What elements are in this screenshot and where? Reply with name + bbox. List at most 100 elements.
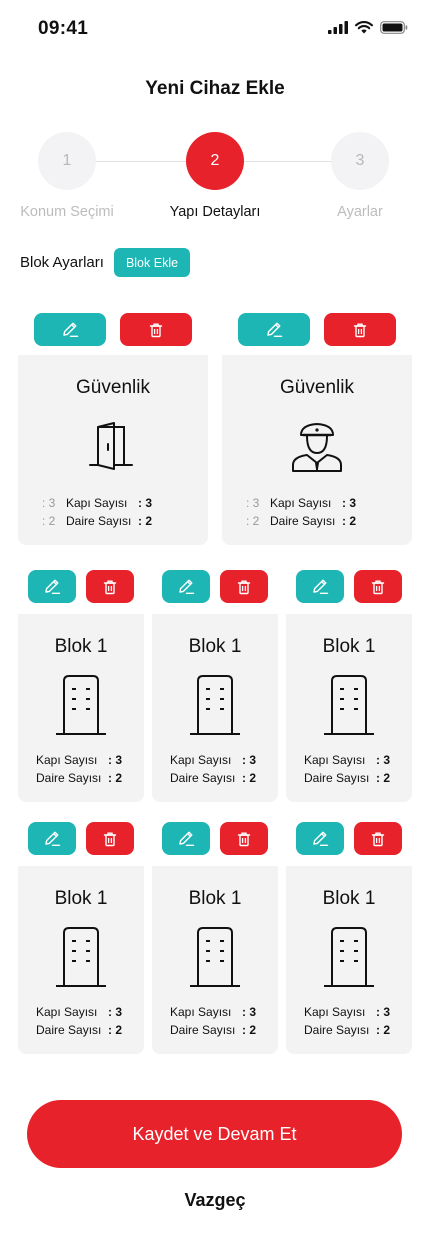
card-body: Blok 1 Kapı Sayısı: 3 Daire Sayısı: 2 bbox=[286, 866, 412, 1054]
door-count-row: : 3 Kapı Sayısı : 3 bbox=[42, 496, 152, 510]
door-count-value: : 3 bbox=[242, 753, 257, 767]
card-title: Blok 1 bbox=[54, 888, 108, 909]
door-count-value: : 3 bbox=[108, 1005, 123, 1019]
card-actions bbox=[18, 822, 144, 855]
door-count-label: Kapı Sayısı bbox=[170, 753, 232, 767]
step-3-circle[interactable]: 3 bbox=[331, 132, 389, 190]
wifi-icon bbox=[355, 21, 373, 34]
edit-button[interactable] bbox=[296, 570, 344, 603]
trash-icon bbox=[371, 580, 385, 594]
door-count-value: : 3 bbox=[138, 496, 153, 510]
card-actions bbox=[152, 570, 278, 603]
flat-count-label: Daire Sayısı bbox=[36, 1023, 102, 1037]
door-count-row: Kapı Sayısı: 3 bbox=[304, 753, 390, 767]
delete-button[interactable] bbox=[220, 822, 268, 855]
step-2-circle[interactable]: 2 bbox=[186, 132, 244, 190]
card-body: Güvenlik : 3 Kapı Sayısı : 3 : 2 Daire S… bbox=[18, 355, 208, 545]
door-count-prefix: : 3 bbox=[246, 496, 260, 510]
card-title: Blok 1 bbox=[188, 636, 242, 657]
status-time: 09:41 bbox=[38, 18, 89, 39]
block-card: Blok 1 Kapı Sayısı: 3 Daire Sayısı: 2 bbox=[286, 561, 412, 802]
flat-count-value: : 2 bbox=[242, 771, 257, 785]
flat-count-label: Daire Sayısı bbox=[304, 771, 370, 785]
block-settings-label: Blok Ayarları bbox=[20, 254, 104, 271]
edit-button[interactable] bbox=[238, 313, 310, 346]
edit-button[interactable] bbox=[162, 822, 210, 855]
flat-count-row: Daire Sayısı: 2 bbox=[170, 771, 256, 785]
door-count-row: Kapı Sayısı : 3 bbox=[36, 753, 122, 767]
flat-count-label: Daire Sayısı bbox=[66, 514, 132, 528]
card-actions bbox=[286, 570, 412, 603]
building-icon bbox=[56, 675, 106, 735]
delete-button[interactable] bbox=[354, 822, 402, 855]
block-card: Blok 1 Kapı Sayısı : 3 Daire Sayısı: 2 bbox=[152, 561, 278, 802]
pencil-icon bbox=[312, 579, 328, 594]
cancel-button[interactable]: Vazgeç bbox=[0, 1190, 430, 1211]
flat-count-row: Daire Sayısı : 2 bbox=[36, 1023, 122, 1037]
flat-count-label: Daire Sayısı bbox=[170, 1023, 236, 1037]
flat-count-prefix: : 2 bbox=[42, 514, 56, 528]
door-count-value: : 3 bbox=[108, 753, 123, 767]
trash-icon bbox=[237, 832, 251, 846]
step-3-label: Ayarlar bbox=[337, 204, 383, 220]
trash-icon bbox=[237, 580, 251, 594]
step-1-circle[interactable]: 1 bbox=[38, 132, 96, 190]
trash-icon bbox=[371, 832, 385, 846]
add-block-button[interactable]: Blok Ekle bbox=[113, 248, 191, 277]
trash-icon bbox=[353, 323, 367, 337]
trash-icon bbox=[103, 832, 117, 846]
flat-count-row: : 2 Daire Sayısı : 2 bbox=[246, 514, 356, 528]
flat-count-value: : 2 bbox=[342, 514, 357, 528]
door-count-row: Kapı Sayısı : 3 bbox=[170, 753, 256, 767]
delete-button[interactable] bbox=[120, 313, 192, 346]
delete-button[interactable] bbox=[324, 313, 396, 346]
door-count-value: : 3 bbox=[342, 496, 357, 510]
door-count-row: Kapı Sayısı: 3 bbox=[304, 1005, 390, 1019]
delete-button[interactable] bbox=[86, 570, 134, 603]
flat-count-row: Daire Sayısı: 2 bbox=[36, 771, 122, 785]
flat-count-value: : 2 bbox=[242, 1023, 257, 1037]
block-card: Blok 1 Kapı Sayısı : 3 Daire Sayısı : 2 bbox=[18, 813, 144, 1054]
trash-icon bbox=[149, 323, 163, 337]
delete-button[interactable] bbox=[86, 822, 134, 855]
flat-count-value: : 2 bbox=[108, 1023, 123, 1037]
trash-icon bbox=[103, 580, 117, 594]
door-count-label: Kapı Sayısı bbox=[66, 496, 128, 510]
delete-button[interactable] bbox=[220, 570, 268, 603]
delete-button[interactable] bbox=[354, 570, 402, 603]
flat-count-value: : 2 bbox=[376, 1023, 391, 1037]
edit-button[interactable] bbox=[28, 570, 76, 603]
card-title: Güvenlik bbox=[280, 377, 354, 398]
door-count-row: Kapı Sayısı: 3 bbox=[170, 1005, 256, 1019]
door-icon bbox=[89, 422, 133, 470]
step-2-label: Yapı Detayları bbox=[169, 204, 261, 220]
building-icon bbox=[56, 927, 106, 987]
pencil-icon bbox=[266, 322, 282, 337]
card-actions bbox=[18, 313, 208, 346]
stepper: 1 2 3 Konum Seçimi Yapı Detayları Ayarla… bbox=[0, 132, 430, 232]
door-count-label: Kapı Sayısı bbox=[304, 753, 366, 767]
door-count-label: Kapı Sayısı bbox=[36, 753, 98, 767]
flat-count-row: Daire Sayısı: 2 bbox=[304, 1023, 390, 1037]
flat-count-value: : 2 bbox=[138, 514, 153, 528]
flat-count-row: : 2 Daire Sayısı : 2 bbox=[42, 514, 152, 528]
flat-count-row: Daire Sayısı : 2 bbox=[170, 1023, 256, 1037]
card-body: Blok 1 Kapı Sayısı: 3 Daire Sayısı: 2 bbox=[286, 614, 412, 802]
card-body: Güvenlik : 3 Kapı Sayısı : 3 : 2 Daire S… bbox=[222, 355, 412, 545]
save-and-continue-button[interactable]: Kaydet ve Devam Et bbox=[27, 1100, 402, 1168]
card-title: Blok 1 bbox=[322, 888, 376, 909]
status-icons bbox=[328, 21, 408, 34]
card-title: Blok 1 bbox=[54, 636, 108, 657]
edit-button[interactable] bbox=[34, 313, 106, 346]
security-guard-icon bbox=[292, 423, 342, 472]
card-actions bbox=[222, 313, 412, 346]
card-title: Güvenlik bbox=[76, 377, 150, 398]
edit-button[interactable] bbox=[296, 822, 344, 855]
card-actions bbox=[286, 822, 412, 855]
flat-count-label: Daire Sayısı bbox=[36, 771, 102, 785]
card-title: Blok 1 bbox=[188, 888, 242, 909]
door-count-label: Kapı Sayısı bbox=[36, 1005, 98, 1019]
pencil-icon bbox=[178, 579, 194, 594]
edit-button[interactable] bbox=[162, 570, 210, 603]
edit-button[interactable] bbox=[28, 822, 76, 855]
